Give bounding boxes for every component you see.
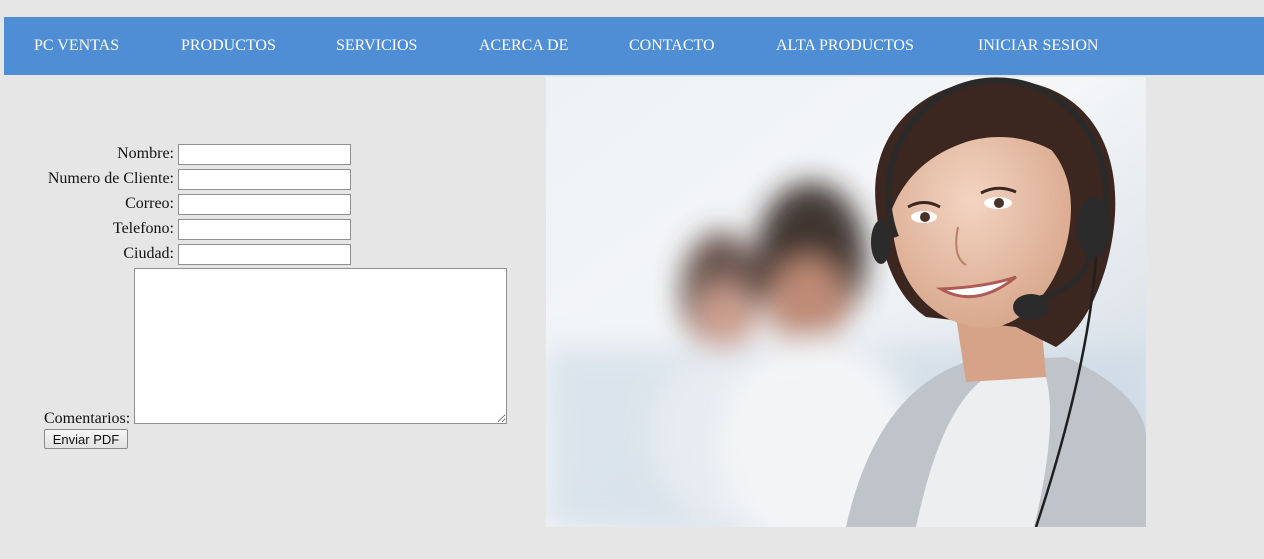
ciudad-label: Ciudad:	[123, 245, 174, 262]
numero-cliente-input[interactable]	[178, 169, 351, 190]
numero-cliente-label: Numero de Cliente:	[47, 170, 174, 187]
nav-item-servicios[interactable]: SERVICIOS	[336, 17, 417, 75]
nombre-input[interactable]	[178, 144, 351, 165]
top-navbar: PC VENTAS PRODUCTOS SERVICIOS ACERCA DE …	[4, 17, 1264, 75]
nav-item-pc-ventas[interactable]: PC VENTAS	[34, 17, 119, 75]
nav-item-productos[interactable]: PRODUCTOS	[181, 17, 276, 75]
nav-item-alta-productos[interactable]: ALTA PRODUCTOS	[776, 17, 914, 75]
customer-service-photo	[546, 77, 1146, 527]
nombre-label: Nombre:	[117, 145, 174, 162]
ciudad-input[interactable]	[178, 244, 351, 265]
nav-item-iniciar-sesion[interactable]: INICIAR SESION	[978, 17, 1098, 75]
correo-label: Correo:	[125, 195, 174, 212]
comentarios-textarea[interactable]	[134, 268, 507, 424]
nav-item-acerca-de[interactable]: ACERCA DE	[479, 17, 568, 75]
telefono-input[interactable]	[178, 219, 351, 240]
enviar-pdf-button[interactable]: Enviar PDF	[44, 429, 128, 449]
comentarios-label: Comentarios:	[44, 410, 131, 427]
correo-input[interactable]	[178, 194, 351, 215]
telefono-label: Telefono:	[112, 220, 174, 237]
nav-item-contacto[interactable]: CONTACTO	[629, 17, 715, 75]
